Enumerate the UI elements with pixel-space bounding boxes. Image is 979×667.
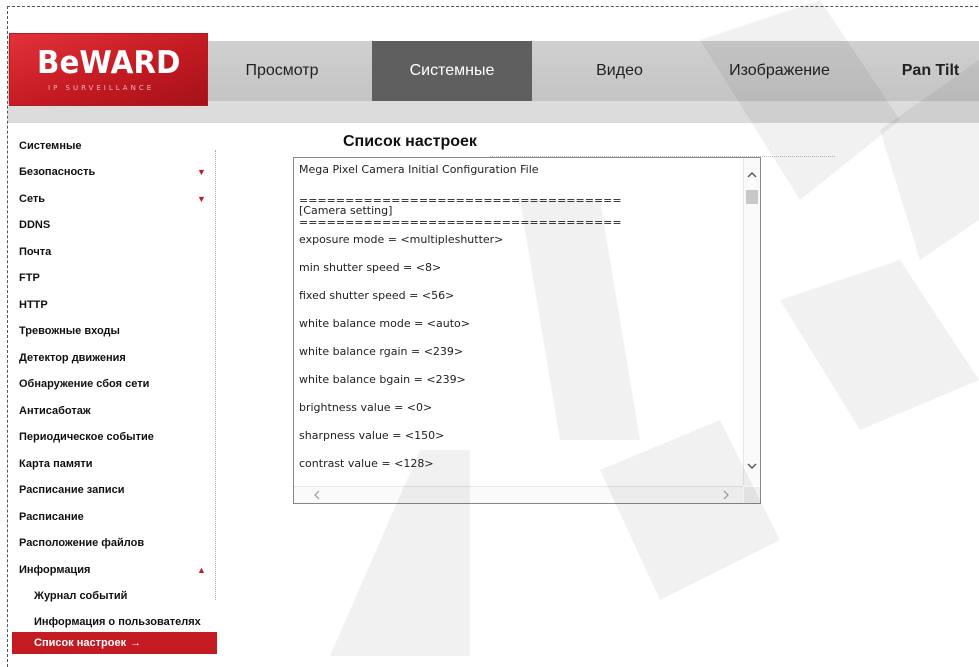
tab-system[interactable]: Системные: [372, 41, 532, 101]
settings-text: Mega Pixel Camera Initial Configuration …: [299, 158, 744, 470]
sidebar-item-mail[interactable]: Почта: [10, 239, 210, 265]
scrollbar-corner: [744, 487, 760, 503]
scroll-down-icon[interactable]: [747, 461, 757, 471]
sidebar-item-security[interactable]: Безопасность ▼: [10, 159, 210, 185]
settings-textarea[interactable]: Mega Pixel Camera Initial Configuration …: [293, 157, 761, 504]
collapse-arrow-icon: ▲: [197, 565, 206, 575]
sidebar-item-label: Информация о пользователях: [34, 616, 201, 628]
settings-list-label: Список настроек: [34, 637, 127, 649]
sidebar-item-label: Системные: [19, 140, 82, 152]
scroll-left-icon[interactable]: [312, 489, 322, 503]
expand-arrow-icon: ▼: [197, 194, 206, 204]
arrow-right-icon: →: [130, 637, 142, 649]
logo-text: BeWARD: [37, 45, 181, 81]
sidebar-item-label: Антисаботаж: [19, 405, 91, 417]
sidebar-item-settings-list[interactable]: Список настроек →: [12, 632, 217, 654]
vertical-scrollbar[interactable]: [743, 158, 760, 485]
sidebar-item-label: HTTP: [19, 299, 48, 311]
scroll-up-icon[interactable]: [747, 170, 757, 180]
sidebar-divider: [215, 150, 216, 600]
sidebar-item-label: Тревожные входы: [19, 325, 120, 337]
scroll-right-icon[interactable]: [721, 489, 731, 503]
sidebar-item-label: Почта: [19, 246, 52, 258]
sidebar-item-label: Безопасность: [19, 166, 96, 178]
sidebar-item-tamper[interactable]: Антисаботаж: [10, 398, 210, 424]
text-line: ===================================: [299, 216, 622, 229]
sidebar-item-network[interactable]: Сеть ▼: [10, 186, 210, 212]
text-line: sharpness value = <150>: [299, 429, 445, 442]
text-line: white balance bgain = <239>: [299, 373, 466, 386]
sidebar-item-event-log[interactable]: Журнал событий: [10, 583, 210, 609]
sidebar-item-periodic-event[interactable]: Периодическое событие: [10, 424, 210, 450]
sidebar-item-alarm-inputs[interactable]: Тревожные входы: [10, 318, 210, 344]
sidebar-item-label: Информация: [19, 564, 91, 576]
sidebar-item-label: Список настроек →: [34, 637, 141, 649]
sidebar-item-label: Журнал событий: [34, 590, 128, 602]
tab-video[interactable]: Видео: [532, 41, 707, 101]
sidebar-item-label: Расписание записи: [19, 484, 125, 496]
sidebar-item-ftp[interactable]: FTP: [10, 265, 210, 291]
main-nav: Просмотр Системные Видео Изображение Pan…: [207, 41, 979, 101]
page-title: Список настроек: [343, 133, 477, 150]
sidebar-item-label: DDNS: [19, 219, 51, 231]
sidebar-item-label: Обнаружение сбоя сети: [19, 378, 150, 390]
text-line: contrast value = <128>: [299, 457, 434, 470]
text-line: brightness value = <0>: [299, 401, 433, 414]
scrollbar-thumb[interactable]: [746, 190, 758, 204]
sidebar-item-label: Карта памяти: [19, 458, 93, 470]
tab-view[interactable]: Просмотр: [207, 41, 357, 101]
sidebar-item-label: Расписание: [19, 511, 84, 523]
sidebar-item-memory-card[interactable]: Карта памяти: [10, 451, 210, 477]
text-line: white balance mode = <auto>: [299, 317, 470, 330]
sidebar-item-label: Сеть: [19, 193, 46, 205]
sidebar-item-schedule[interactable]: Расписание: [10, 504, 210, 530]
tab-image[interactable]: Изображение: [702, 41, 857, 101]
expand-arrow-icon: ▼: [197, 167, 206, 177]
sidebar-item-label: Расположение файлов: [19, 537, 145, 549]
sidebar-item-label: FTP: [19, 272, 40, 284]
text-line: min shutter speed = <8>: [299, 261, 442, 274]
sidebar-item-label: Периодическое событие: [19, 431, 154, 443]
text-line: white balance rgain = <239>: [299, 345, 464, 358]
sidebar-item-http[interactable]: HTTP: [10, 292, 210, 318]
sidebar-item-file-location[interactable]: Расположение файлов: [10, 530, 210, 556]
horizontal-scrollbar[interactable]: [294, 486, 743, 503]
text-line: fixed shutter speed = <56>: [299, 289, 455, 302]
logo-subtitle: IP SURVEILLANCE: [48, 84, 155, 92]
sidebar-item-label: Детектор движения: [19, 352, 126, 364]
sidebar-item-recording-schedule[interactable]: Расписание записи: [10, 477, 210, 503]
sidebar-item-information[interactable]: Информация ▲: [10, 557, 210, 583]
tab-pan-tilt[interactable]: Pan Tilt: [882, 41, 979, 101]
sidebar-item-system[interactable]: Системные: [10, 133, 210, 159]
text-line: exposure mode = <multipleshutter>: [299, 233, 504, 246]
logo: BeWARD IP SURVEILLANCE: [10, 34, 207, 105]
sidebar-item-network-failure[interactable]: Обнаружение сбоя сети: [10, 371, 210, 397]
text-line: Mega Pixel Camera Initial Configuration …: [299, 163, 539, 176]
sidebar-item-motion-detection[interactable]: Детектор движения: [10, 345, 210, 371]
sidebar-item-ddns[interactable]: DDNS: [10, 212, 210, 238]
